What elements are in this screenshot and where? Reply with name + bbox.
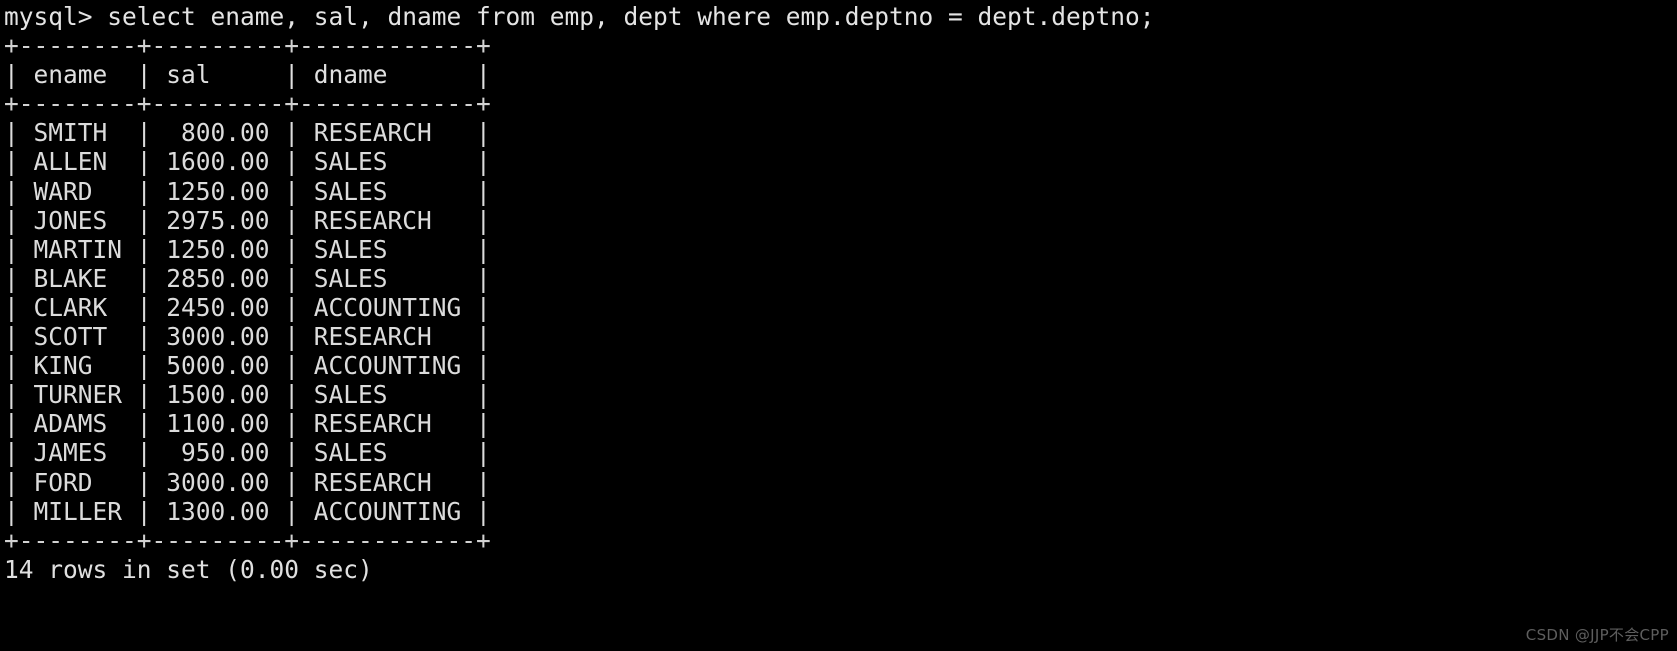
table-row: | MILLER | 1300.00 | ACCOUNTING | <box>4 496 491 526</box>
table-header-separator: +--------+---------+------------+ <box>4 89 491 119</box>
table-row: | MARTIN | 1250.00 | SALES | <box>4 234 491 264</box>
terminal-window: mysql> select ename, sal, dname from emp… <box>0 0 1677 651</box>
table-top-border: +--------+---------+------------+ <box>4 31 491 61</box>
table-row: | SCOTT | 3000.00 | RESEARCH | <box>4 322 491 352</box>
table-row: | BLAKE | 2850.00 | SALES | <box>4 263 491 293</box>
table-row: | CLARK | 2450.00 | ACCOUNTING | <box>4 292 491 322</box>
table-row: | JAMES | 950.00 | SALES | <box>4 438 491 468</box>
mysql-prompt-line: mysql> select ename, sal, dname from emp… <box>4 2 1155 31</box>
result-status-line: 14 rows in set (0.00 sec) <box>4 554 373 584</box>
table-row: | TURNER | 1500.00 | SALES | <box>4 380 491 410</box>
table-bottom-border: +--------+---------+------------+ <box>4 525 491 555</box>
table-row: | SMITH | 800.00 | RESEARCH | <box>4 118 491 148</box>
table-row: | WARD | 1250.00 | SALES | <box>4 176 491 206</box>
table-row: | JONES | 2975.00 | RESEARCH | <box>4 205 491 235</box>
table-row: | ADAMS | 1100.00 | RESEARCH | <box>4 409 491 439</box>
table-header-row: | ename | sal | dname | <box>4 60 491 90</box>
table-row: | ALLEN | 1600.00 | SALES | <box>4 147 491 177</box>
table-body: | SMITH | 800.00 | RESEARCH | | ALLEN | 1… <box>4 118 1677 525</box>
table-row: | FORD | 3000.00 | RESEARCH | <box>4 467 491 497</box>
table-row: | KING | 5000.00 | ACCOUNTING | <box>4 351 491 381</box>
csdn-watermark: CSDN @JJP不会CPP <box>1525 626 1669 644</box>
